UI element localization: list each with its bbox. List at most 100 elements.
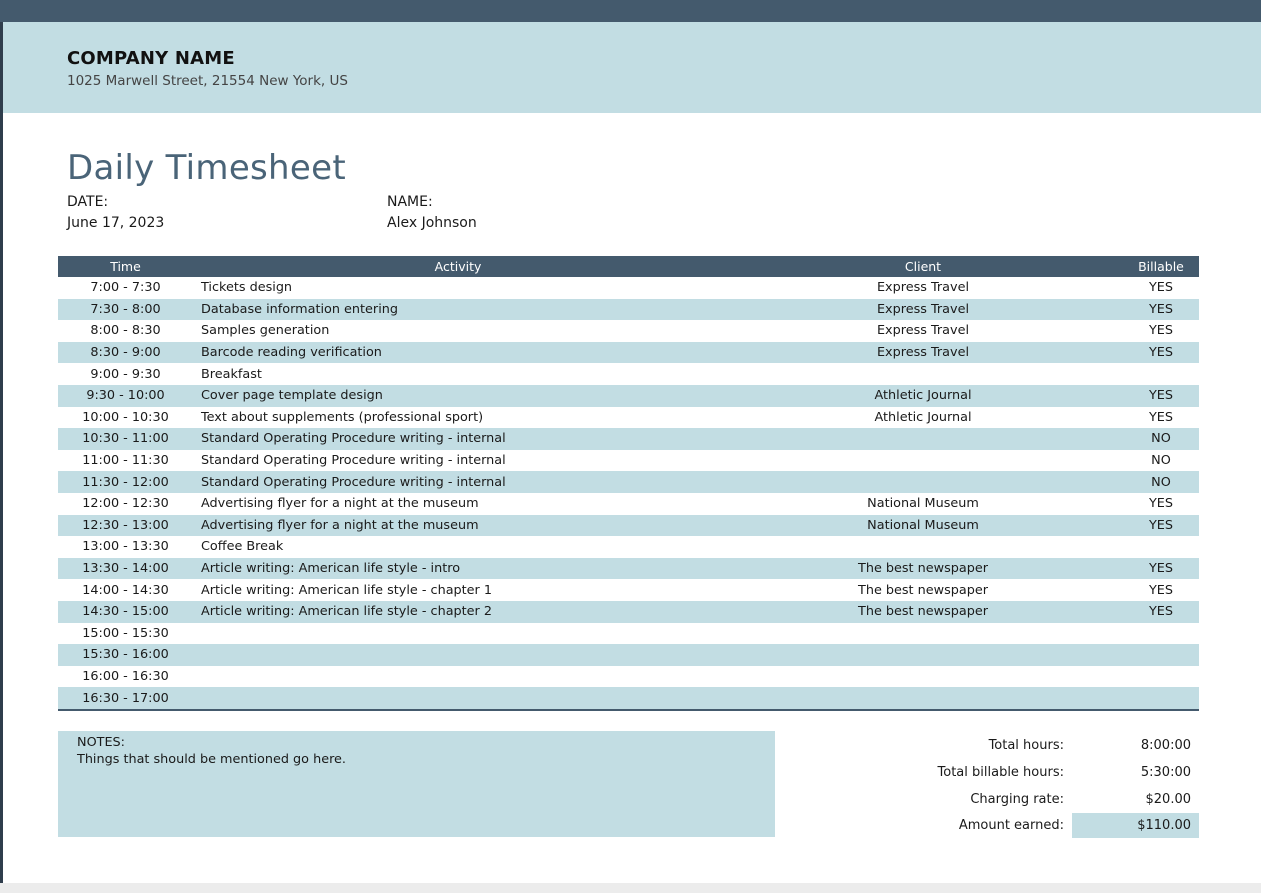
cell-billable: YES [1148, 604, 1174, 620]
cell-activity: Article writing: American life style - i… [201, 561, 461, 577]
cell-client: Athletic Journal [874, 409, 972, 425]
charging-rate-label: Charging rate: [970, 792, 1064, 807]
cell-client: The best newspaper [858, 604, 988, 620]
table-row: 13:30 - 14:00 Article writing: American l… [58, 557, 1199, 580]
cell-client: National Museum [867, 517, 979, 533]
cell-billable: YES [1148, 345, 1174, 361]
cell-client: Express Travel [876, 280, 970, 296]
cell-billable: YES [1148, 517, 1174, 533]
table-row: 15:00 - 15:30 [58, 623, 1199, 645]
table-row: 11:00 - 11:30 Standard Operating Procedur… [58, 450, 1199, 472]
cell-billable: YES [1148, 582, 1174, 598]
header-time: Time [110, 259, 141, 274]
cell-time: 12:30 - 13:00 [82, 517, 169, 533]
cell-time: 9:00 - 9:30 [90, 366, 161, 382]
header-client: Client [904, 259, 942, 274]
cell-billable: YES [1148, 409, 1174, 425]
cell-activity: Standard Operating Procedure writing - i… [201, 431, 506, 447]
table-body: 7:00 - 7:30 Tickets design Express Travel Y… [58, 277, 1199, 709]
cell-client: National Museum [867, 496, 979, 512]
timesheet-table: Time Activity Client Billable 7:00 - 7:3… [58, 256, 1199, 711]
cell-activity: Barcode reading verification [201, 345, 382, 361]
table-row: 16:30 - 17:00 [58, 687, 1199, 709]
cell-time: 8:00 - 8:30 [90, 323, 161, 339]
cell-billable: YES [1148, 301, 1174, 317]
cell-activity: Database information entering [201, 301, 398, 317]
notes-box: NOTES: Things that should be mentioned g… [58, 731, 775, 837]
cell-activity: Coffee Break [201, 539, 284, 555]
billable-hours-label: Total billable hours: [937, 765, 1064, 780]
header-activity: Activity [434, 259, 482, 274]
cell-activity: Advertising flyer for a night at the mus… [201, 517, 479, 533]
top-bar [0, 0, 1261, 22]
cell-activity: Article writing: American life style - c… [201, 582, 493, 598]
cell-time: 15:30 - 16:00 [82, 647, 169, 663]
cell-billable: YES [1148, 280, 1174, 296]
cell-billable: NO [1151, 474, 1171, 490]
table-row: 10:00 - 10:30 Text about supplements (pro… [58, 407, 1199, 429]
table-row: 10:30 - 11:00 Standard Operating Procedur… [58, 428, 1199, 450]
cell-time: 14:00 - 14:30 [82, 582, 169, 598]
company-address: 1025 Marwell Street, 21554 New York, US [67, 73, 348, 89]
date-label: DATE: [67, 194, 109, 210]
cell-time: 14:30 - 15:00 [82, 604, 169, 620]
cell-time: 11:30 - 12:00 [82, 474, 169, 490]
document-left-edge [0, 0, 3, 893]
total-hours-label: Total hours: [988, 738, 1064, 753]
table-row: 9:30 - 10:00 Cover page template design At… [58, 384, 1199, 407]
header-billable: Billable [1138, 259, 1184, 274]
name-label: NAME: [387, 194, 433, 210]
cell-activity: Text about supplements (professional spo… [201, 409, 484, 425]
cell-billable: YES [1148, 323, 1174, 339]
cell-time: 10:00 - 10:30 [82, 409, 169, 425]
cell-billable: YES [1148, 388, 1174, 404]
company-header: COMPANY NAME 1025 Marwell Street, 21554 … [3, 22, 1261, 113]
cell-activity: Standard Operating Procedure writing - i… [201, 453, 506, 469]
cell-client: Express Travel [876, 345, 970, 361]
table-row: 16:00 - 16:30 [58, 666, 1199, 688]
cell-client: Athletic Journal [874, 388, 972, 404]
cell-billable: NO [1151, 453, 1171, 469]
charging-rate-value: $20.00 [1145, 792, 1192, 807]
cell-activity: Samples generation [201, 323, 330, 339]
cell-time: 16:30 - 17:00 [82, 690, 169, 706]
table-row: 11:30 - 12:00 Standard Operating Procedur… [58, 471, 1199, 493]
name-value: Alex Johnson [387, 215, 477, 231]
notes-text: Things that should be mentioned go here. [77, 752, 346, 767]
table-header: Time Activity Client Billable [58, 256, 1199, 277]
table-row: 8:30 - 9:00 Barcode reading verification E… [58, 341, 1199, 364]
bottom-strip [0, 883, 1261, 893]
billable-hours-value: 5:30:00 [1140, 765, 1191, 780]
table-row: 12:30 - 13:00 Advertising flyer for a nig… [58, 514, 1199, 537]
company-name: COMPANY NAME [67, 48, 235, 69]
table-row: 7:00 - 7:30 Tickets design Express Travel Y… [58, 277, 1199, 299]
date-value: June 17, 2023 [67, 215, 165, 231]
table-row: 15:30 - 16:00 [58, 644, 1199, 666]
cell-billable: YES [1148, 561, 1174, 577]
cell-time: 13:30 - 14:00 [82, 561, 169, 577]
cell-activity: Standard Operating Procedure writing - i… [201, 474, 506, 490]
cell-time: 9:30 - 10:00 [86, 388, 165, 404]
cell-activity: Breakfast [201, 366, 262, 382]
cell-client: Express Travel [876, 301, 970, 317]
table-row: 9:00 - 9:30 Breakfast [58, 363, 1199, 385]
cell-client: The best newspaper [858, 582, 988, 598]
cell-client: The best newspaper [858, 561, 988, 577]
table-row: 8:00 - 8:30 Samples generation Express Tra… [58, 320, 1199, 342]
page-title: Daily Timesheet [67, 148, 346, 188]
table-row: 7:30 - 8:00 Database information entering… [58, 298, 1199, 321]
cell-time: 15:00 - 15:30 [82, 625, 169, 641]
cell-activity: Cover page template design [201, 388, 383, 404]
cell-time: 16:00 - 16:30 [82, 668, 169, 684]
table-row: 12:00 - 12:30 Advertising flyer for a nig… [58, 493, 1199, 515]
cell-time: 7:00 - 7:30 [90, 280, 161, 296]
cell-client: Express Travel [876, 323, 970, 339]
cell-time: 13:00 - 13:30 [82, 539, 169, 555]
total-hours-value: 8:00:00 [1140, 738, 1191, 753]
notes-label: NOTES: [77, 735, 125, 750]
cell-activity: Advertising flyer for a night at the mus… [201, 496, 479, 512]
amount-earned-value: $110.00 [1137, 818, 1191, 833]
cell-time: 8:30 - 9:00 [90, 345, 161, 361]
cell-activity: Tickets design [201, 280, 293, 296]
cell-time: 12:00 - 12:30 [82, 496, 169, 512]
